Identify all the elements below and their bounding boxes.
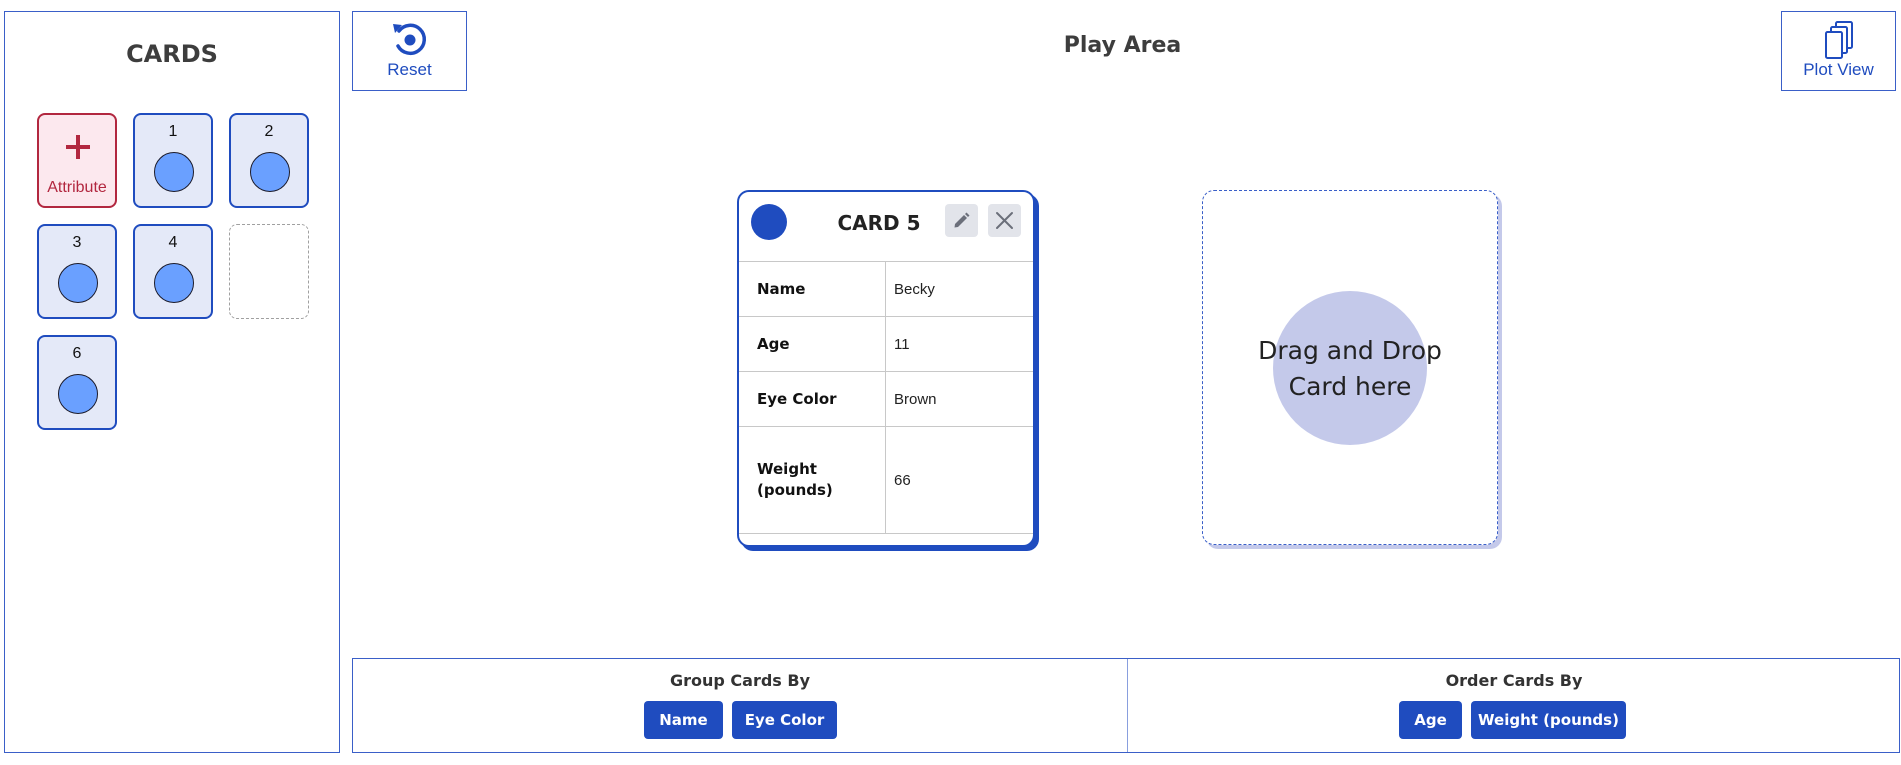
edit-card-button[interactable] xyxy=(945,204,978,237)
attribute-row[interactable]: Eye Color Brown xyxy=(739,372,1033,427)
plot-view-button[interactable]: Plot View xyxy=(1781,11,1896,91)
attribute-name: Age xyxy=(757,335,790,353)
deck-card-1[interactable]: 1 xyxy=(133,113,213,208)
card-drop-zone[interactable]: Drag and Drop Card here xyxy=(1202,190,1498,545)
order-by-age-button[interactable]: Age xyxy=(1399,701,1462,739)
card-header: CARD 5 xyxy=(739,192,1033,262)
deck-card-2[interactable]: 2 xyxy=(229,113,309,208)
group-by-name-button[interactable]: Name xyxy=(644,701,723,739)
add-attribute-button[interactable]: Attribute xyxy=(37,113,117,208)
drop-zone-text: Drag and Drop Card here xyxy=(1203,333,1497,405)
attribute-value[interactable]: Becky xyxy=(894,279,935,300)
deck-card-number: 6 xyxy=(72,345,82,362)
deck-card-6[interactable]: 6 xyxy=(37,335,117,430)
plot-view-label: Plot View xyxy=(1803,60,1874,79)
plus-icon xyxy=(66,135,90,159)
deck-card-number: 1 xyxy=(168,123,178,140)
attribute-row[interactable]: Weight (pounds) 66 xyxy=(739,427,1033,534)
reset-button[interactable]: Reset xyxy=(352,11,467,91)
card-title: CARD 5 xyxy=(837,211,921,235)
attribute-value[interactable]: 11 xyxy=(894,334,910,355)
order-by-weight-button[interactable]: Weight (pounds) xyxy=(1471,701,1626,739)
deck-card-number: 2 xyxy=(264,123,274,140)
reset-label: Reset xyxy=(387,60,432,79)
attribute-value[interactable]: 66 xyxy=(894,470,911,491)
attribute-name: Name xyxy=(757,280,806,298)
play-area-title: Play Area xyxy=(1063,33,1182,58)
order-cards-title: Order Cards By xyxy=(1445,671,1583,690)
drop-zone-line-1: Drag and Drop xyxy=(1258,336,1442,365)
group-by-eye-color-button[interactable]: Eye Color xyxy=(732,701,837,739)
cards-panel: CARDS Attribute 1 2 3 4 6 xyxy=(4,11,340,753)
cards-panel-title: CARDS xyxy=(126,40,218,68)
deck-card-number: 4 xyxy=(168,234,178,251)
group-cards-title: Group Cards By xyxy=(669,671,811,690)
empty-card-slot xyxy=(229,224,309,319)
card-circle-icon xyxy=(58,263,98,303)
card-circle-icon xyxy=(154,263,194,303)
attribute-value[interactable]: Brown xyxy=(894,389,937,410)
active-card[interactable]: CARD 5 Name Becky Age 11 Eye Color Brown… xyxy=(737,190,1035,547)
drop-zone-line-2: Card here xyxy=(1288,372,1412,401)
attribute-row[interactable]: Name Becky xyxy=(739,262,1033,317)
deck-card-3[interactable]: 3 xyxy=(37,224,117,319)
close-card-button[interactable] xyxy=(988,204,1021,237)
attribute-name: Eye Color xyxy=(757,390,837,408)
deck-card-4[interactable]: 4 xyxy=(133,224,213,319)
attribute-row[interactable]: Age 11 xyxy=(739,317,1033,372)
card-circle-icon xyxy=(154,152,194,192)
card-circle-icon xyxy=(250,152,290,192)
plot-view-icon xyxy=(1824,21,1853,59)
deck-card-number: 3 xyxy=(72,234,82,251)
pencil-icon xyxy=(954,212,970,228)
add-attribute-label: Attribute xyxy=(47,179,107,196)
card-color-icon xyxy=(751,204,787,240)
card-circle-icon xyxy=(58,374,98,414)
sort-controls: Group Cards By Name Eye Color Order Card… xyxy=(352,658,1900,753)
attribute-name: Weight (pounds) xyxy=(757,460,833,499)
reset-icon xyxy=(392,23,426,56)
close-icon xyxy=(996,212,1013,229)
